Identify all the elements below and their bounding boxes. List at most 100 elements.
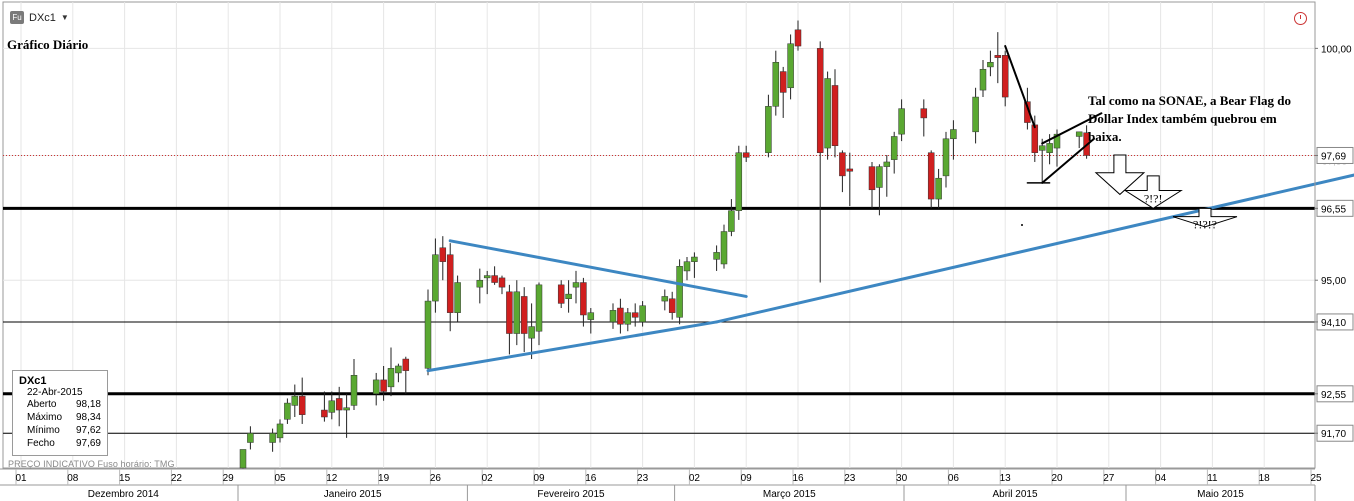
x-tick-label: 23 <box>844 473 856 484</box>
candle-body <box>476 279 484 288</box>
info-label: Máximo <box>27 412 63 423</box>
candle-body <box>498 277 506 288</box>
candle-body <box>609 310 617 323</box>
x-tick-label: 09 <box>533 473 545 484</box>
candle-body <box>328 400 336 413</box>
candle-body <box>321 409 328 418</box>
y-tick-label: 92,55 <box>1321 390 1346 401</box>
candle-body <box>668 298 676 313</box>
x-tick-label: 06 <box>948 473 960 484</box>
ticker-symbol[interactable]: DXc1 <box>29 12 56 24</box>
y-tick-label: 97,69 <box>1321 151 1346 162</box>
candle-up[interactable] <box>676 259 683 325</box>
x-tick-label: 09 <box>741 473 753 484</box>
info-row-high: Máximo 98,34 <box>19 411 101 424</box>
info-row-open: Aberto 98,18 <box>19 398 101 411</box>
candle-body <box>972 96 979 133</box>
info-label: Mínimo <box>27 425 60 436</box>
x-tick-label: 02 <box>482 473 494 484</box>
candle-up[interactable] <box>735 145 743 220</box>
candle-body <box>1075 131 1083 137</box>
x-tick-label: 05 <box>274 473 286 484</box>
month-label: Abril 2015 <box>992 489 1037 500</box>
x-tick-label: 01 <box>15 473 27 484</box>
x-tick-label: 02 <box>689 473 701 484</box>
y-tick-label: 91,70 <box>1321 429 1346 440</box>
candle-body <box>528 326 535 339</box>
candle-body <box>816 48 824 153</box>
candle-body <box>483 275 491 279</box>
candle-up[interactable] <box>824 71 831 160</box>
candle-body <box>846 168 854 172</box>
candle-body <box>935 177 942 200</box>
chevron-down-icon[interactable]: ▼ <box>61 13 69 22</box>
info-row-close: Fecho 97,69 <box>19 437 101 450</box>
footer-note: PREÇO INDICATIVO Fuso horário: TMG <box>8 459 175 469</box>
month-label: Maio 2015 <box>1197 489 1244 500</box>
candle-body <box>432 254 439 302</box>
grid <box>2 1 1316 469</box>
candle-body <box>787 43 794 89</box>
candle-body <box>765 106 772 153</box>
ticker-header[interactable]: Fu DXc1 ▼ <box>10 11 69 24</box>
candle-body <box>572 282 580 288</box>
price-chart[interactable]: ?!?!?!?!? 97,58100,0097,6996,5595,0094,1… <box>0 0 1354 501</box>
y-tick-label: 94,10 <box>1321 318 1346 329</box>
info-value: 97,62 <box>75 425 101 436</box>
x-tick-label: 16 <box>792 473 804 484</box>
candle-body <box>587 312 595 320</box>
month-label: Fevereiro 2015 <box>537 489 605 500</box>
candle-body <box>868 166 876 191</box>
candle-body <box>395 365 402 374</box>
x-tick-label: 26 <box>430 473 442 484</box>
info-value: 97,69 <box>75 438 101 449</box>
arrow-label: ?!?! <box>1144 191 1163 205</box>
month-label: Dezembro 2014 <box>88 489 160 500</box>
candle-body <box>794 29 802 47</box>
candle-body <box>824 78 831 149</box>
candle-body <box>661 296 669 302</box>
candle-body <box>876 166 883 188</box>
info-symbol: DXc1 <box>19 375 47 387</box>
candle-body <box>772 62 780 107</box>
candle-body <box>950 129 957 140</box>
x-tick-label: 15 <box>119 473 131 484</box>
candle-body <box>831 85 839 146</box>
candle-body <box>839 152 846 177</box>
candle-body <box>683 261 691 272</box>
candle-body <box>617 307 624 325</box>
stray-dot <box>1021 224 1023 226</box>
candle-body <box>372 379 380 395</box>
chart-title: Gráfico Diário <box>7 37 89 52</box>
candle-body <box>343 407 350 411</box>
y-tick-label: 100,00 <box>1321 44 1352 55</box>
candle-body <box>535 284 543 332</box>
candle-up[interactable] <box>424 289 432 376</box>
candle-body <box>291 395 299 406</box>
candle-body <box>387 368 395 388</box>
x-tick-label: 19 <box>378 473 390 484</box>
x-tick-label: 22 <box>171 473 183 484</box>
candle-body <box>454 282 461 313</box>
info-date: 22-Abr-2015 <box>27 387 83 398</box>
info-row-low: Mínimo 97,62 <box>19 424 101 437</box>
candle-body <box>979 68 987 91</box>
candle-body <box>1046 143 1053 153</box>
futures-badge: Fu <box>10 11 24 24</box>
candle-body <box>557 284 565 304</box>
candle-body <box>269 432 276 443</box>
info-value: 98,18 <box>75 399 101 410</box>
x-tick-label: 13 <box>1000 473 1012 484</box>
clock-icon[interactable] <box>1294 12 1307 25</box>
candle-body <box>927 152 935 200</box>
candle-body <box>1038 145 1046 151</box>
candle-body <box>779 71 787 93</box>
x-tick-label: 12 <box>326 473 338 484</box>
candle-body <box>639 305 646 323</box>
candle-body <box>1001 55 1009 98</box>
x-tick-label: 29 <box>223 473 235 484</box>
candle-body <box>742 152 750 158</box>
candle-body <box>424 300 432 369</box>
candle-body <box>513 291 521 334</box>
x-tick-label: 20 <box>1051 473 1063 484</box>
